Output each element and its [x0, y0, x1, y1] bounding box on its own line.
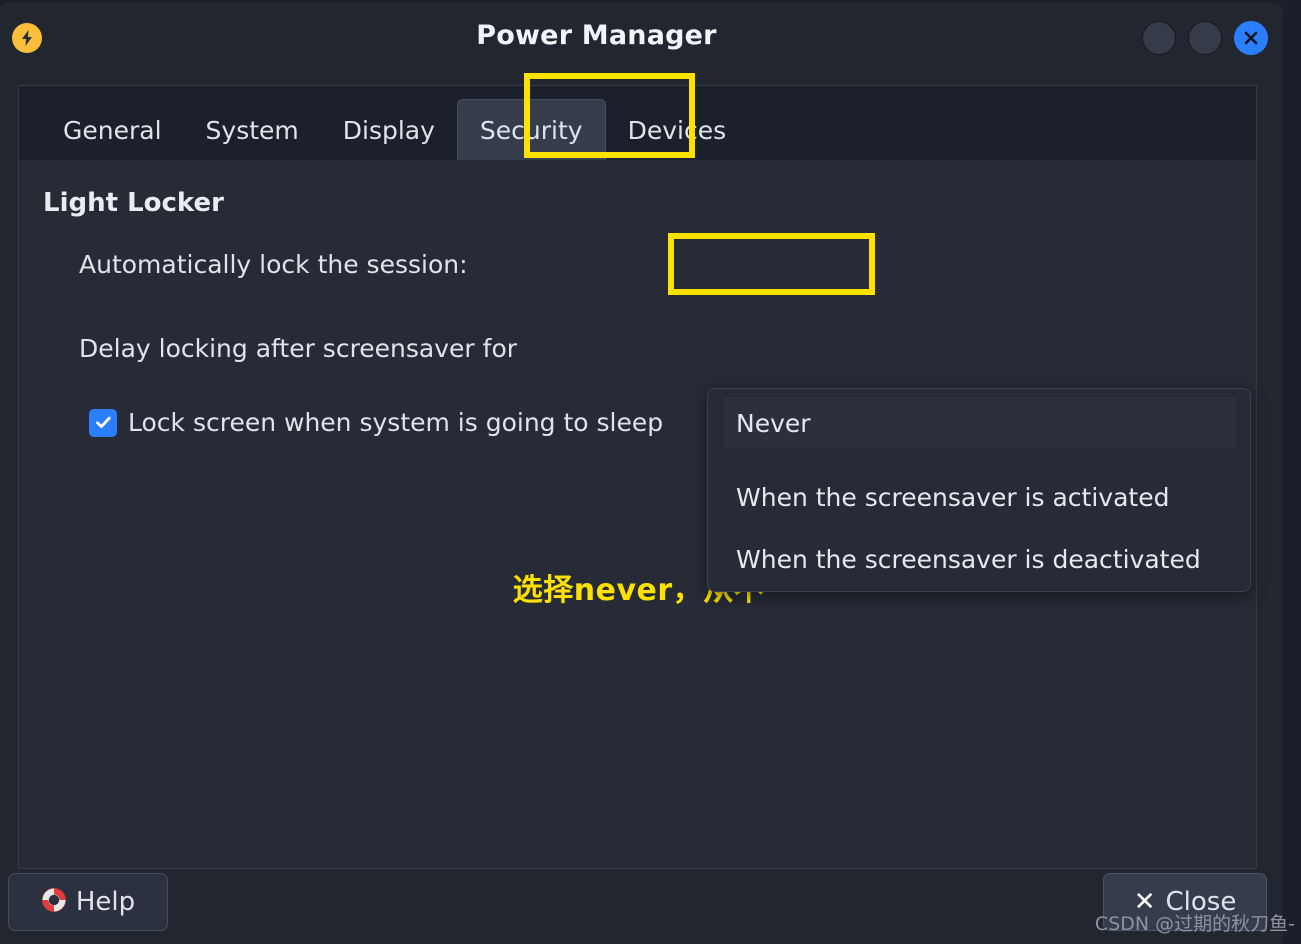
tab-security-label: Security: [479, 116, 583, 145]
screen-root: Power Manager General System Display Sec…: [0, 0, 1301, 944]
lock-on-sleep-checkbox[interactable]: [89, 408, 117, 437]
section-title-light-locker: Light Locker: [43, 188, 224, 218]
lock-on-sleep-label: Lock screen when system is going to slee…: [128, 408, 664, 437]
lock-on-sleep-row[interactable]: Lock screen when system is going to slee…: [89, 408, 663, 437]
auto-lock-session-label: Automatically lock the session:: [79, 250, 468, 279]
delay-locking-label: Delay locking after screensaver for: [79, 334, 518, 363]
tab-general-label: General: [63, 115, 162, 145]
lifebuoy-icon: [41, 887, 67, 917]
tab-general[interactable]: General: [41, 99, 184, 161]
dropdown-option-never-label: Never: [736, 408, 811, 438]
dropdown-option-screensaver-activated[interactable]: When the screensaver is activated: [724, 471, 1169, 523]
maximize-button[interactable]: [1188, 21, 1222, 55]
tab-display-label: Display: [342, 115, 435, 145]
watermark: CSDN @过期的秋刀鱼-: [1094, 913, 1295, 935]
window-controls: [1142, 21, 1268, 55]
dropdown-option-never[interactable]: Never: [724, 397, 1236, 449]
tab-system-label: System: [205, 115, 299, 145]
window-title: Power Manager: [476, 20, 717, 51]
tab-security[interactable]: Security: [456, 99, 606, 161]
minimize-button[interactable]: [1142, 21, 1176, 55]
dropdown-option-screensaver-deactivated[interactable]: When the screensaver is deactivated: [724, 533, 1201, 585]
title-bar: Power Manager: [0, 2, 1283, 74]
tab-display[interactable]: Display: [321, 99, 457, 161]
tab-system[interactable]: System: [184, 99, 321, 161]
help-button-label: Help: [75, 887, 136, 917]
auto-lock-dropdown-menu[interactable]: Never When the screensaver is activated …: [707, 388, 1251, 592]
tab-strip: General System Display Security Devices: [18, 85, 1257, 161]
tab-list: General System Display Security Devices: [41, 86, 748, 161]
tab-devices-label: Devices: [627, 115, 727, 145]
close-window-button[interactable]: [1234, 21, 1268, 55]
security-tab-panel: Light Locker Automatically lock the sess…: [18, 160, 1257, 869]
power-manager-window: Power Manager General System Display Sec…: [0, 2, 1283, 944]
dropdown-option-screensaver-activated-label: When the screensaver is activated: [736, 482, 1170, 512]
desktop-background: [1283, 0, 1301, 944]
dropdown-option-screensaver-deactivated-label: When the screensaver is deactivated: [736, 544, 1201, 574]
help-button[interactable]: Help: [8, 873, 168, 931]
tab-devices[interactable]: Devices: [606, 99, 749, 161]
